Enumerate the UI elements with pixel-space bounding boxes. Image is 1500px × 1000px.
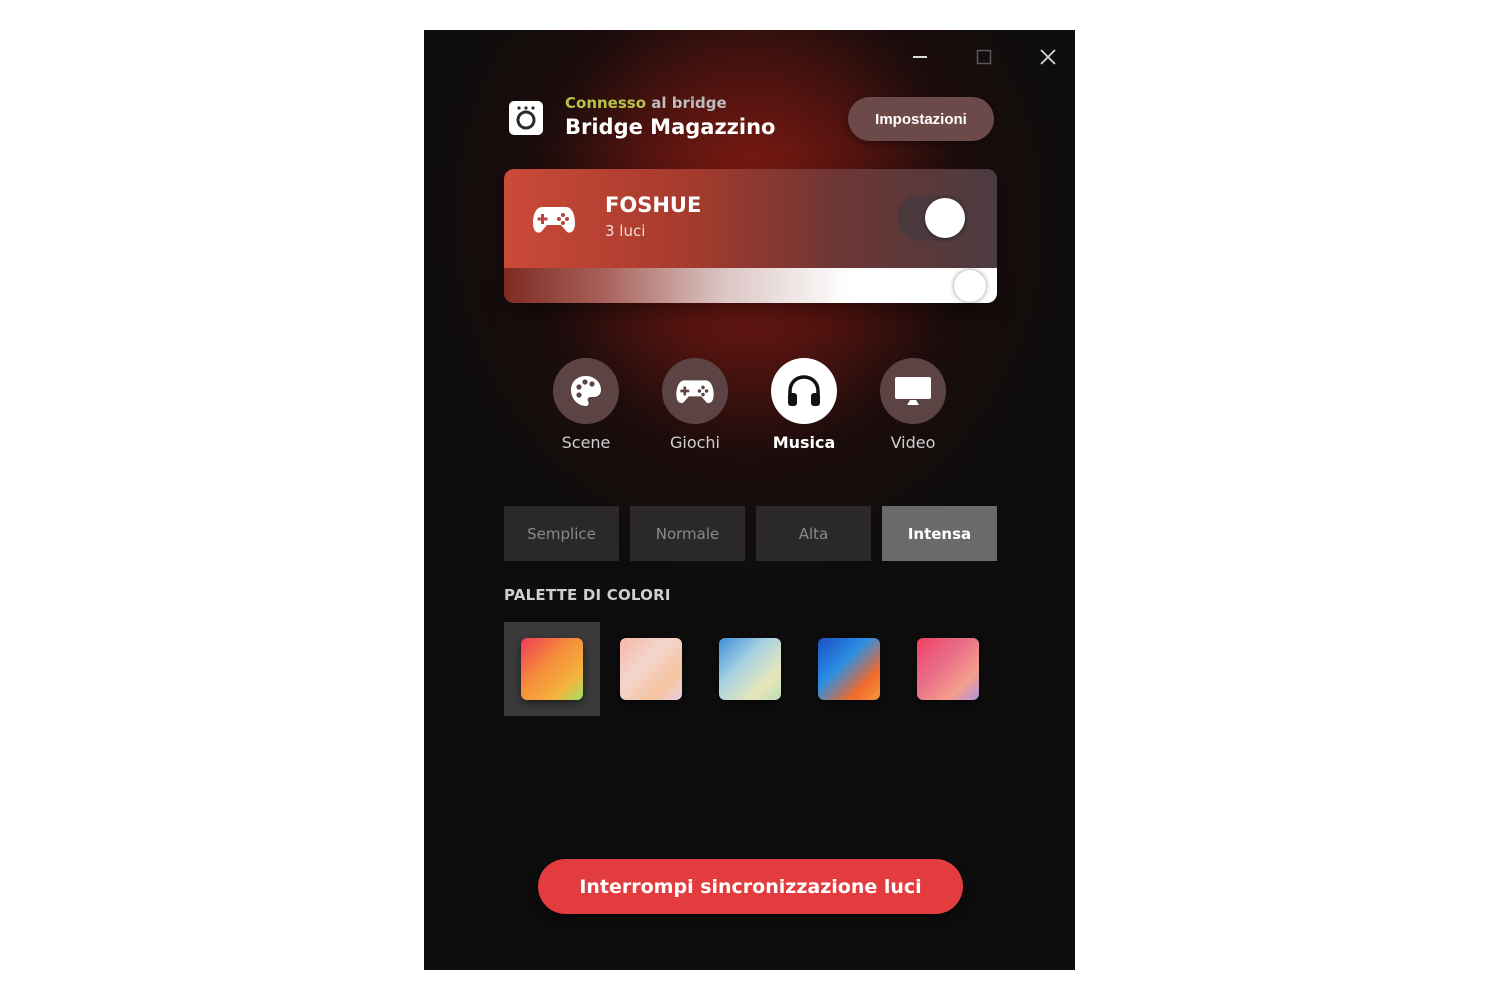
- palette-swatch-fill: [521, 638, 583, 700]
- intensity-high[interactable]: Alta: [756, 506, 871, 561]
- maximize-icon[interactable]: [967, 40, 1001, 74]
- palette-icon: [571, 376, 601, 406]
- palette-swatch-2[interactable]: [603, 622, 699, 716]
- settings-button[interactable]: Impostazioni: [848, 97, 994, 141]
- mode-video-label: Video: [890, 433, 936, 452]
- connection-status-rest: al bridge: [646, 94, 727, 112]
- mode-music-circle: [771, 358, 837, 424]
- area-light-count: 3 luci: [605, 222, 646, 240]
- stop-sync-button[interactable]: Interrompi sincronizzazione luci: [538, 859, 963, 914]
- palette-swatch-fill: [620, 638, 682, 700]
- mode-video-circle: [880, 358, 946, 424]
- entertainment-area-card: FOSHUE 3 luci: [504, 169, 997, 303]
- bridge-icon: [508, 100, 544, 136]
- mode-scene-label: Scene: [561, 433, 611, 452]
- palette-swatch-fill: [818, 638, 880, 700]
- mode-scene[interactable]: Scene: [541, 358, 631, 452]
- intensity-subtle[interactable]: Semplice: [504, 506, 619, 561]
- mode-video[interactable]: Video: [868, 358, 958, 452]
- hue-sync-window: Connesso al bridge Bridge Magazzino Impo…: [424, 30, 1075, 970]
- palette-swatch-5[interactable]: [900, 622, 996, 716]
- palette-swatch-3[interactable]: [702, 622, 798, 716]
- palette-title: PALETTE DI COLORI: [504, 586, 671, 604]
- area-name: FOSHUE: [605, 193, 702, 217]
- intensity-intense[interactable]: Intensa: [882, 506, 997, 561]
- connection-status-ok: Connesso: [565, 94, 647, 112]
- headphones-icon: [788, 375, 820, 406]
- gamepad-icon: [532, 201, 576, 237]
- intensity-normal[interactable]: Normale: [630, 506, 745, 561]
- gamepad-icon: [676, 380, 714, 404]
- monitor-icon: [895, 377, 931, 405]
- mode-games[interactable]: Giochi: [650, 358, 740, 452]
- minimize-icon[interactable]: [903, 40, 937, 74]
- close-icon[interactable]: [1031, 40, 1065, 74]
- sync-toggle-knob: [925, 198, 965, 238]
- palette-swatch-4[interactable]: [801, 622, 897, 716]
- sync-toggle[interactable]: [897, 195, 969, 241]
- brightness-slider[interactable]: [504, 268, 997, 303]
- mode-games-label: Giochi: [669, 433, 720, 452]
- connection-status: Connesso al bridge: [565, 94, 727, 112]
- bridge-name: Bridge Magazzino: [565, 115, 776, 139]
- mode-games-circle: [662, 358, 728, 424]
- palette-swatch-fill: [917, 638, 979, 700]
- palette-swatch-1[interactable]: [504, 622, 600, 716]
- palette-swatch-fill: [719, 638, 781, 700]
- mode-scene-circle: [553, 358, 619, 424]
- brightness-slider-thumb[interactable]: [954, 270, 986, 302]
- mode-music-label: Musica: [772, 433, 836, 452]
- mode-music[interactable]: Musica: [759, 358, 849, 452]
